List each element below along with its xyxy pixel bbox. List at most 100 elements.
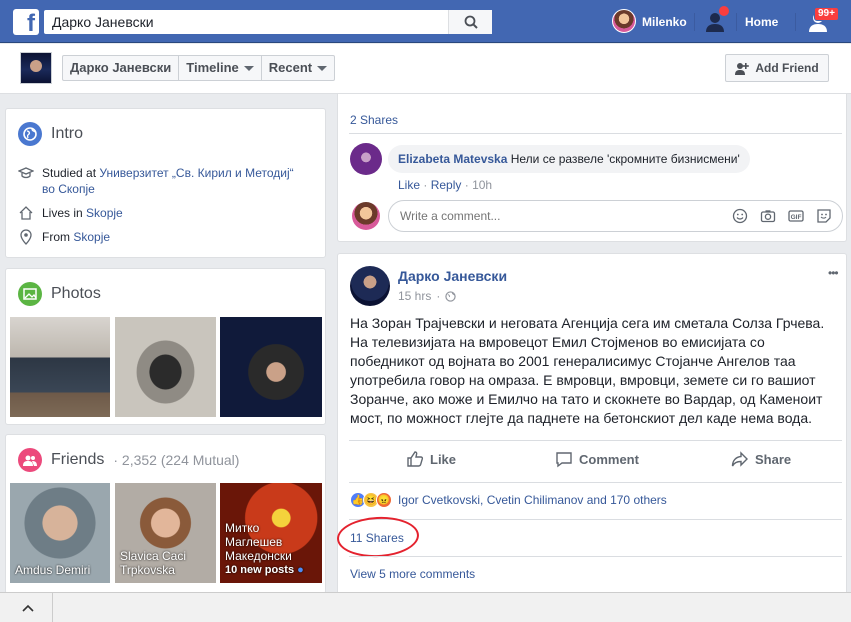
view-more-comments-link[interactable]: View 5 more comments: [350, 567, 475, 581]
friend-name-line3: Македонски: [225, 549, 292, 563]
divider: [736, 13, 737, 31]
dot-separator: ·: [464, 178, 473, 192]
comment-input[interactable]: [400, 209, 700, 223]
tab-label: Timeline: [186, 60, 239, 75]
notifications-badge[interactable]: 99+: [814, 7, 839, 21]
friend-name-line2: Маглешев: [225, 535, 283, 549]
from-city-link[interactable]: Skopje: [73, 230, 110, 244]
university-link-city[interactable]: во Скопје: [42, 182, 95, 196]
write-comment-box: GIF: [388, 200, 843, 232]
top-navigation-bar: f Milenko Home 99+: [0, 0, 851, 43]
chevron-up-icon[interactable]: [22, 604, 34, 612]
svg-text:GIF: GIF: [791, 214, 802, 221]
photos-heading: Photos: [18, 282, 101, 306]
photo-thumbnail[interactable]: [220, 317, 322, 417]
bottom-download-bar: [0, 592, 851, 622]
globe-icon: [18, 122, 42, 146]
lives-city-link[interactable]: Skopje: [86, 206, 123, 220]
new-posts-label: 10 new posts: [225, 564, 295, 576]
more-options-icon[interactable]: •••: [828, 266, 839, 280]
comment-like-link[interactable]: Like: [398, 178, 420, 192]
profile-tabs: Дарко Јаневски Timeline Recent: [62, 55, 336, 81]
user-name-link[interactable]: Milenko: [642, 15, 687, 29]
university-link[interactable]: Универзитет „Св. Кирил и Методиј“: [99, 166, 293, 180]
profile-thumbnail[interactable]: [20, 52, 52, 84]
new-posts-dot-icon: ●: [297, 564, 304, 576]
friend-name: Slavica Caci: [120, 549, 187, 563]
friend-tile[interactable]: Митко Маглешев Македонски 10 new posts ●: [220, 483, 322, 583]
add-friend-button[interactable]: Add Friend: [725, 54, 829, 82]
divider: [349, 440, 842, 441]
lives-row: Lives in Skopje: [18, 205, 123, 221]
chevron-down-icon: [317, 65, 328, 71]
home-link[interactable]: Home: [745, 15, 778, 29]
shares-count-link[interactable]: 2 Shares: [350, 113, 398, 127]
divider: [795, 13, 796, 31]
post-timestamp[interactable]: 15 hrs: [398, 289, 431, 303]
comment-text: Нели се развеле 'скромните бизнисмени': [510, 152, 740, 166]
camera-icon[interactable]: [760, 208, 776, 224]
emoji-icon[interactable]: [732, 208, 748, 224]
friend-tile[interactable]: Slavica Caci Trpkovska: [115, 483, 216, 583]
intro-card: Intro Studied at Универзитет „Св. Кирил …: [5, 108, 326, 258]
education-text: Studied at Универзитет „Св. Кирил и Мето…: [42, 165, 294, 197]
home-icon: [19, 206, 33, 220]
comment-label: Comment: [579, 451, 639, 467]
friends-title[interactable]: Friends: [51, 451, 104, 469]
comment-actions: Like · Reply · 10h: [398, 178, 492, 192]
chevron-down-icon: [243, 65, 254, 71]
friend-name-line2: Trpkovska: [120, 563, 175, 577]
thumbs-up-icon: [407, 451, 424, 467]
divider: [349, 133, 842, 134]
author-avatar[interactable]: [350, 266, 390, 306]
sticker-icon[interactable]: [816, 208, 832, 224]
tab-label: Дарко Јаневски: [70, 60, 172, 75]
search-button[interactable]: [448, 10, 492, 34]
user-avatar[interactable]: [612, 9, 636, 33]
public-globe-icon[interactable]: [445, 290, 457, 302]
photo-thumbnail[interactable]: [10, 317, 110, 417]
comment-author-link[interactable]: Elizabeta Matevska: [398, 152, 507, 166]
comment-reply-link[interactable]: Reply: [431, 178, 462, 192]
lives-prefix: Lives in: [42, 206, 83, 220]
photo-thumbnail[interactable]: [115, 317, 216, 417]
from-prefix: From: [42, 230, 70, 244]
commenter-avatar[interactable]: [350, 143, 382, 175]
graduation-cap-icon: [18, 167, 34, 179]
comment-bubble: Elizabeta Matevska Нели се развеле 'скро…: [388, 145, 750, 173]
divider: [349, 482, 842, 483]
divider: [694, 13, 695, 31]
like-label: Like: [430, 451, 457, 467]
tab-recent[interactable]: Recent: [262, 56, 334, 80]
friend-tile[interactable]: Amdus Demiri: [10, 483, 110, 583]
photos-card: Photos: [5, 268, 326, 425]
comment-time[interactable]: 10h: [472, 178, 492, 192]
post-author-link[interactable]: Дарко Јаневски: [398, 268, 507, 284]
tab-label: Recent: [268, 60, 313, 75]
current-user-avatar: [352, 202, 380, 230]
intro-title: Intro: [51, 125, 84, 142]
friend-name: Митко: [225, 521, 260, 535]
divider: [349, 556, 842, 557]
share-button[interactable]: Share: [731, 450, 791, 468]
tab-profile-name[interactable]: Дарко Јаневски: [63, 56, 180, 80]
facebook-logo-icon[interactable]: f: [13, 9, 39, 35]
photos-icon: [18, 282, 42, 306]
post-text: На Зоран Трајчевски и неговата Агенција …: [350, 315, 825, 426]
tab-timeline[interactable]: Timeline: [179, 56, 262, 80]
studied-prefix: Studied at: [42, 166, 97, 180]
notification-dot-icon: [719, 6, 729, 16]
gif-icon[interactable]: GIF: [788, 208, 804, 224]
add-friend-icon: [735, 62, 750, 75]
comment-bubble-icon: [556, 452, 572, 468]
search-input[interactable]: [44, 10, 444, 34]
friend-name: Amdus Demiri: [15, 563, 91, 577]
reactions-summary-link[interactable]: Igor Cvetkovski, Cvetin Chilimanov and 1…: [398, 493, 667, 507]
reactions-row[interactable]: 👍 😆 😠 Igor Cvetkovski, Cvetin Chilimanov…: [350, 492, 667, 508]
from-row: From Skopje: [18, 229, 110, 245]
add-friend-label: Add Friend: [755, 61, 819, 75]
share-label: Share: [755, 451, 792, 467]
dot-separator: ·: [423, 178, 431, 192]
like-button[interactable]: Like: [406, 450, 456, 468]
comment-button[interactable]: Comment: [555, 450, 639, 468]
